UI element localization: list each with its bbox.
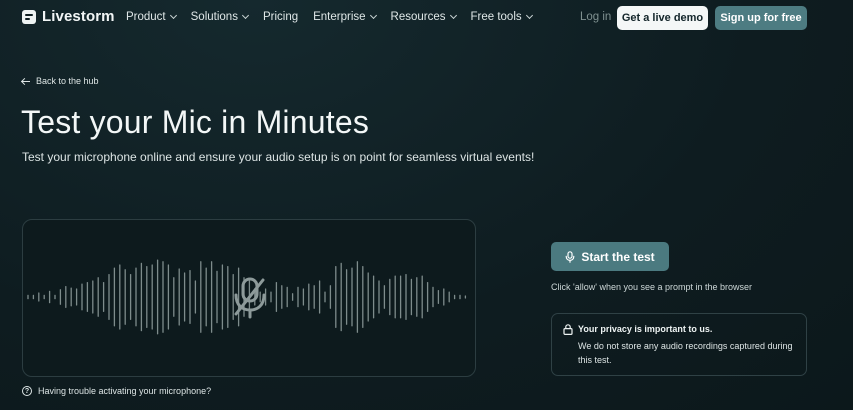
chevron-down-icon <box>449 11 457 20</box>
brand-name: Livestorm <box>42 8 115 25</box>
nav-item-label: Pricing <box>262 11 299 23</box>
chevron-down-icon <box>241 11 249 20</box>
nav-item-label: Product <box>126 11 166 23</box>
livestorm-logo-icon <box>22 9 36 24</box>
nav-item-product[interactable]: Product <box>126 11 177 23</box>
arrow-left-icon <box>22 77 30 85</box>
browser-permission-hint: Click 'allow' when you see a prompt in t… <box>551 282 753 292</box>
privacy-notice: Your privacy is important to us. We do n… <box>551 313 807 376</box>
waveform-panel <box>22 219 476 377</box>
top-navigation: Livestorm Product Solutions Pricing Ente… <box>0 0 853 36</box>
start-test-button[interactable]: Start the test <box>551 242 669 271</box>
chevron-down-icon <box>369 11 377 20</box>
nav-item-label: Resources <box>390 11 446 23</box>
nav-item-solutions[interactable]: Solutions <box>190 11 249 23</box>
nav-item-resources[interactable]: Resources <box>390 11 457 23</box>
mic-off-icon <box>234 277 266 319</box>
lock-icon <box>563 324 573 335</box>
live-demo-button[interactable]: Get a live demo <box>617 6 708 30</box>
question-circle-icon: ? <box>22 386 32 396</box>
start-test-label: Start the test <box>581 249 655 264</box>
nav-item-free-tools[interactable]: Free tools <box>470 11 533 23</box>
nav-item-enterprise[interactable]: Enterprise <box>313 11 377 23</box>
mic-help-link[interactable]: ? Having trouble activating your microph… <box>22 386 211 396</box>
page-subtitle: Test your microphone online and ensure y… <box>22 150 535 164</box>
login-link[interactable]: Log in <box>580 11 611 23</box>
back-link-label: Back to the hub <box>36 76 99 86</box>
back-to-hub-link[interactable]: Back to the hub <box>22 76 99 86</box>
privacy-body: We do not store any audio recordings cap… <box>578 341 793 365</box>
nav-item-label: Enterprise <box>313 11 366 23</box>
brand-logo[interactable]: Livestorm <box>22 8 115 25</box>
page-title: Test your Mic in Minutes <box>21 104 370 140</box>
nav-item-pricing[interactable]: Pricing <box>263 11 298 23</box>
nav-item-label: Solutions <box>190 11 238 23</box>
signup-button[interactable]: Sign up for free <box>715 6 807 30</box>
microphone-icon <box>565 250 575 263</box>
privacy-title: Your privacy is important to us. <box>578 324 713 334</box>
chevron-down-icon <box>525 11 533 20</box>
help-link-label: Having trouble activating your microphon… <box>38 386 212 396</box>
chevron-down-icon <box>169 11 177 20</box>
nav-item-label: Free tools <box>470 11 522 23</box>
nav-links: Product Solutions Pricing Enterprise Res… <box>126 11 547 23</box>
